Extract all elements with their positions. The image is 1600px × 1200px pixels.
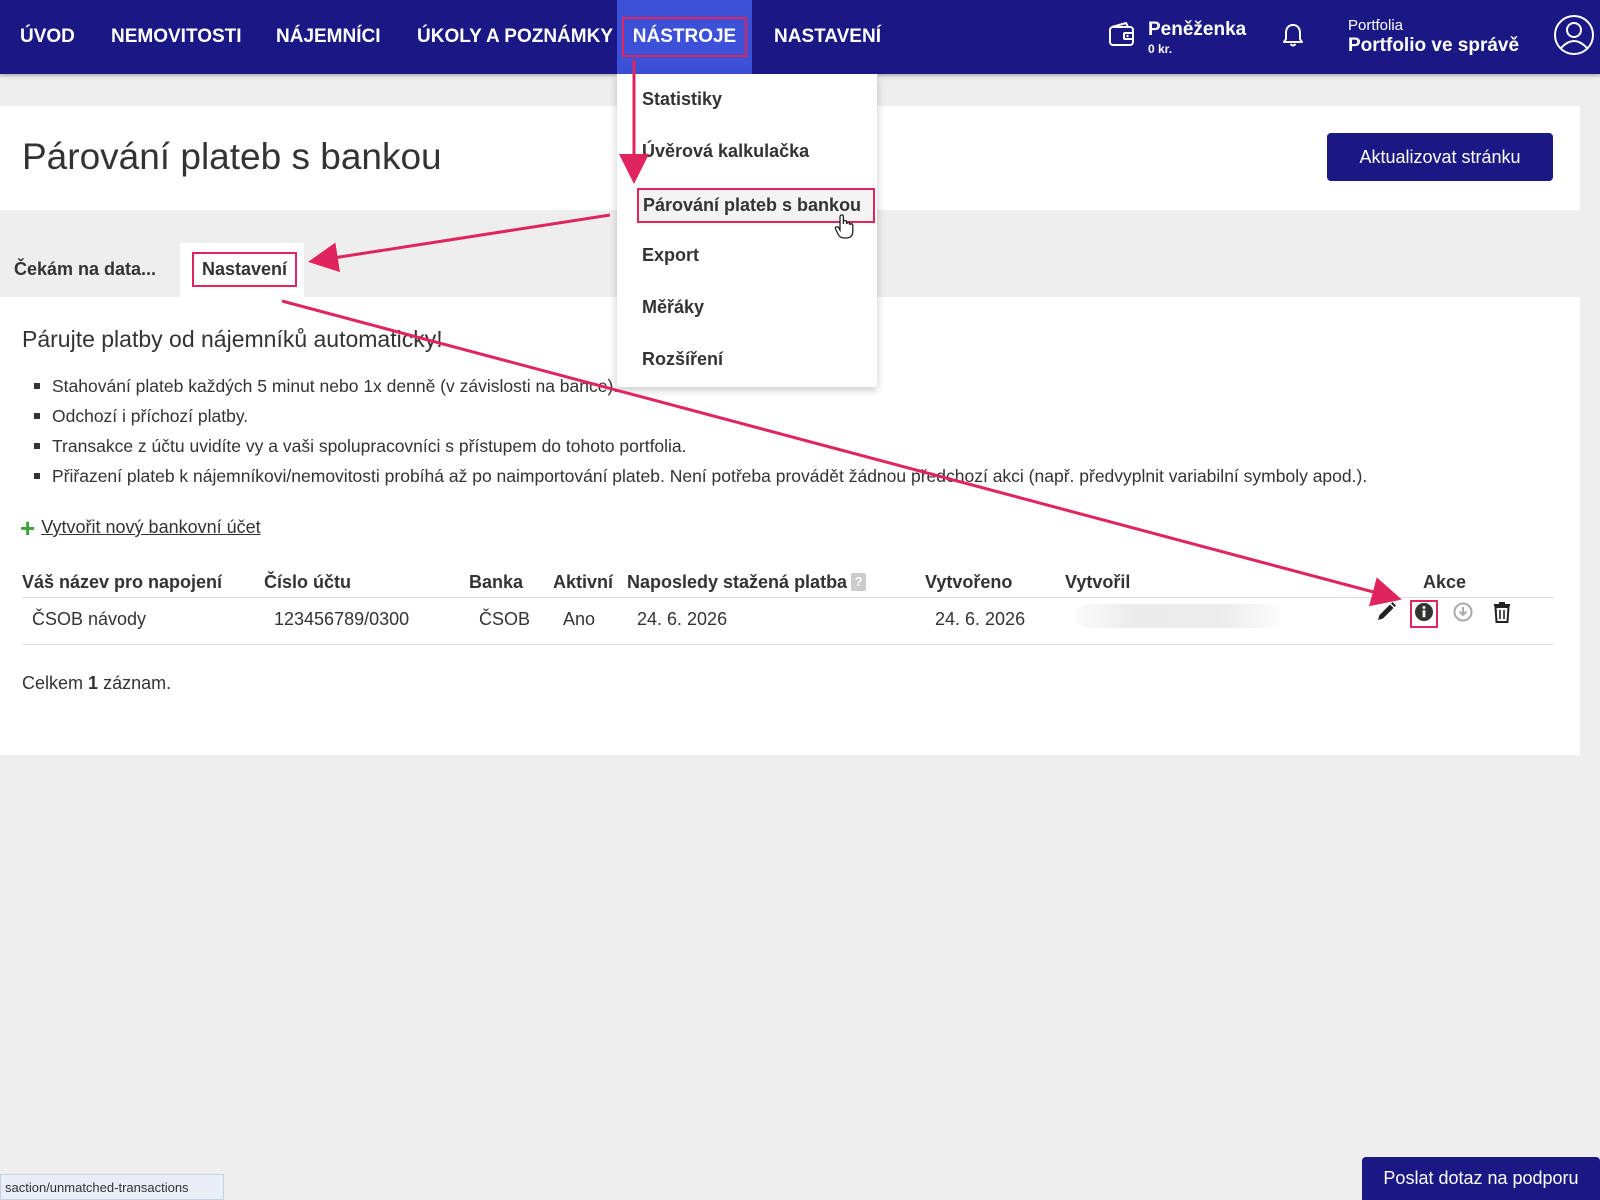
feature-item: Přiřazení plateb k nájemníkovi/nemovitos…: [33, 463, 1367, 493]
edit-button[interactable]: [1372, 600, 1400, 628]
delete-button[interactable]: [1488, 600, 1516, 628]
create-bank-account-label: Vytvořit nový bankovní účet: [41, 517, 261, 537]
tab-settings-label: Nastavení: [192, 252, 298, 287]
feature-list: Stahování plateb každých 5 minut nebo 1x…: [33, 373, 1367, 493]
menu-item-statistiky[interactable]: Statistiky: [642, 89, 722, 110]
column-header-bank: Banka: [469, 572, 524, 592]
wallet-label: Peněženka: [1148, 18, 1247, 40]
column-header-last-payment-label: Naposledy stažená platba: [627, 572, 848, 592]
support-button[interactable]: Poslat dotaz na podporu: [1362, 1157, 1600, 1200]
feature-item: Odchozí i příchozí platby.: [33, 403, 1367, 433]
column-header-name: Váš název pro napojení: [22, 572, 223, 592]
menu-item-export[interactable]: Export: [642, 245, 699, 266]
menu-item-uverova-kalkulacka[interactable]: Úvěrová kalkulačka: [642, 141, 809, 162]
hand-cursor-icon: [834, 214, 854, 245]
info-button[interactable]: [1410, 600, 1438, 628]
refresh-page-button[interactable]: Aktualizovat stránku: [1327, 133, 1553, 181]
section-heading: Párujte platby od nájemníků automaticky!: [22, 326, 443, 352]
nav-item-nemovitosti[interactable]: NEMOVITOSTI: [111, 0, 242, 74]
cell-name: ČSOB návody: [32, 609, 147, 629]
column-header-last-payment: Naposledy stažená platba?: [627, 572, 867, 593]
tools-dropdown-menu: Statistiky Úvěrová kalkulačka Párování p…: [617, 74, 877, 387]
portfolio-label: Portfolia: [1348, 17, 1404, 34]
nav-item-najemnici[interactable]: NÁJEMNÍCI: [276, 0, 381, 74]
bell-icon: [1281, 22, 1305, 53]
user-avatar[interactable]: [1553, 0, 1595, 74]
download-icon: [1453, 602, 1473, 627]
help-icon[interactable]: ?: [851, 573, 867, 591]
column-header-created-by: Vytvořil: [1065, 572, 1131, 592]
column-header-actions: Akce: [1423, 572, 1467, 592]
top-navigation: ÚVOD NEMOVITOSTI NÁJEMNÍCI ÚKOLY A POZNÁ…: [0, 0, 1600, 74]
edit-icon: [1375, 601, 1397, 628]
column-header-account: Číslo účtu: [264, 572, 352, 592]
feature-item: Transakce z účtu uvidíte vy a vaši spolu…: [33, 433, 1367, 463]
info-icon: [1414, 602, 1434, 627]
page-title: Párování plateb s bankou: [22, 136, 442, 177]
cell-last-payment: 24. 6. 2026: [637, 609, 728, 629]
tab-waiting-data[interactable]: Čekám na data...: [14, 259, 156, 280]
table-divider: [22, 644, 1554, 645]
download-button[interactable]: [1449, 600, 1477, 628]
nav-item-uvod[interactable]: ÚVOD: [20, 0, 75, 74]
notifications-button[interactable]: [1281, 0, 1305, 74]
cell-created-by-blurred: [1075, 604, 1280, 628]
cell-active: Ano: [563, 609, 596, 629]
cell-bank: ČSOB: [479, 609, 531, 629]
menu-item-meraky[interactable]: Měřáky: [642, 297, 704, 318]
portfolio-name: Portfolio ve správě: [1348, 35, 1520, 56]
menu-item-rozsireni[interactable]: Rozšíření: [642, 349, 723, 370]
table-divider: [22, 597, 1554, 598]
nav-item-ukoly[interactable]: ÚKOLY A POZNÁMKY: [417, 0, 613, 74]
create-bank-account-link[interactable]: + Vytvořit nový bankovní účet: [20, 512, 261, 543]
trash-icon: [1492, 601, 1512, 628]
nav-item-nastaveni[interactable]: NASTAVENÍ: [774, 0, 881, 74]
wallet[interactable]: Peněženka 0 kr.: [1108, 0, 1246, 74]
wallet-icon: [1108, 21, 1136, 53]
tab-settings[interactable]: Nastavení: [192, 252, 298, 287]
nav-item-nastroje-label: NÁSTROJE: [621, 17, 748, 57]
portfolio-switcher[interactable]: Portfolia Portfolio ve správě: [1348, 0, 1519, 74]
nav-item-nastroje[interactable]: NÁSTROJE: [617, 0, 752, 74]
column-header-created: Vytvořeno: [925, 572, 1013, 592]
status-url: saction/unmatched-transactions: [0, 1174, 224, 1200]
wallet-amount: 0 kr.: [1148, 41, 1173, 56]
total-records: Celkem 1 záznam.: [22, 673, 172, 693]
cell-account: 123456789/0300: [274, 609, 410, 629]
annotation-arrow: [308, 213, 611, 273]
cell-created: 24. 6. 2026: [935, 609, 1026, 629]
plus-icon: +: [20, 512, 36, 543]
column-header-active: Aktivní: [553, 572, 614, 592]
user-avatar-icon: [1553, 14, 1595, 61]
